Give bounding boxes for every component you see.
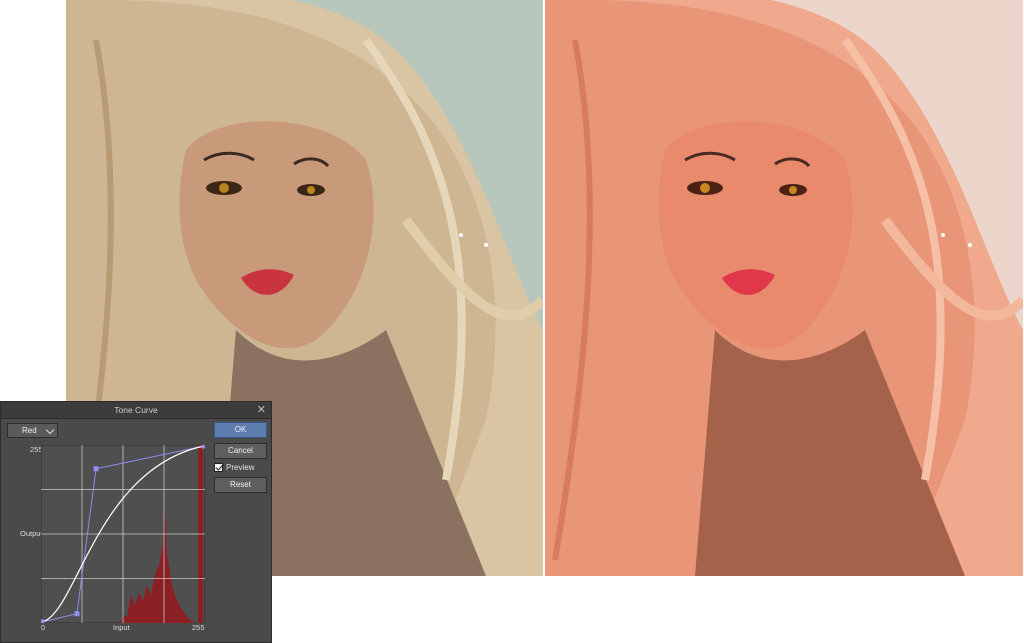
curve-control-point-0[interactable] <box>41 619 45 624</box>
close-icon[interactable]: ✕ <box>257 402 266 418</box>
preview-label: Preview <box>226 463 255 472</box>
channel-select[interactable]: Red <box>7 423 58 438</box>
canvas-adjusted-image <box>545 0 1023 576</box>
chevron-down-icon <box>45 425 55 435</box>
curve-control-point-1[interactable] <box>74 611 80 617</box>
curve-control-point-3[interactable] <box>201 445 206 449</box>
axis-output-label: Output <box>20 529 43 538</box>
axis-input-max-label: 255 <box>192 623 205 632</box>
axis-input-label: Input <box>113 623 130 632</box>
ok-button[interactable]: OK <box>214 422 267 438</box>
axis-zero-label: 0 <box>41 623 46 632</box>
channel-select-value: Red <box>22 426 37 435</box>
reset-button[interactable]: Reset <box>214 477 267 493</box>
curve-control-point-2[interactable] <box>93 466 99 472</box>
tone-curve-dialog: Tone Curve ✕ Red OK Cancel Preview Reset… <box>0 401 272 643</box>
dialog-titlebar[interactable]: Tone Curve ✕ <box>1 402 271 419</box>
tone-curve-graph[interactable] <box>41 445 205 623</box>
cancel-button[interactable]: Cancel <box>214 443 267 459</box>
preview-checkbox[interactable] <box>214 463 223 473</box>
preview-checkbox-row[interactable]: Preview <box>214 462 254 474</box>
dialog-title: Tone Curve <box>114 405 158 415</box>
